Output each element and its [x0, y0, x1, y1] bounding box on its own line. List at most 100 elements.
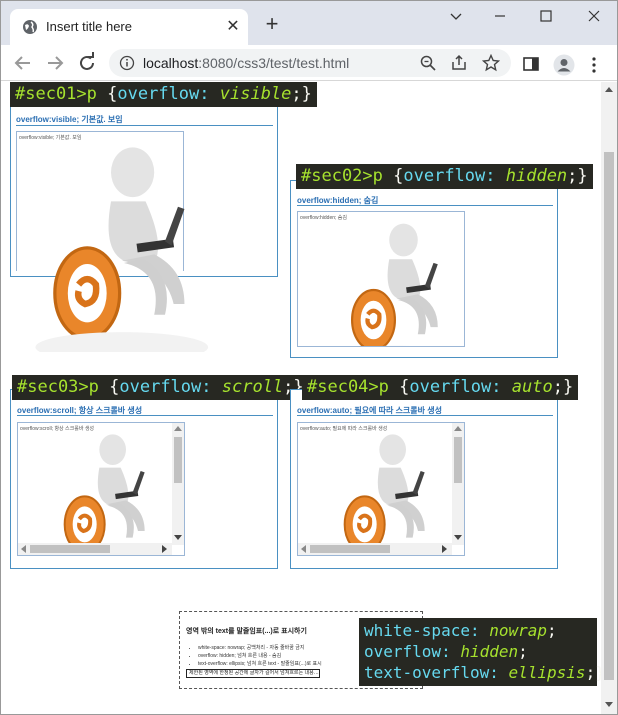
- url-host: localhost: [143, 55, 199, 71]
- list-item: overflow: hidden; 넘쳐 흐른 내용 - 숨김: [198, 652, 322, 660]
- plus-icon[interactable]: +: [262, 13, 282, 35]
- section-sec03: overflow:scroll; 항상 스크롤바 생성 overflow:scr…: [10, 389, 278, 569]
- code-punct: {: [98, 377, 120, 397]
- horizontal-scrollbar[interactable]: [18, 543, 172, 555]
- paragraph-box: overflow:scroll; 항상 스크롤바 생성: [17, 422, 185, 556]
- ellipsis-text-box: 제한된 영역에 한정된 공간에 글자가 길어서 넘쳐흐르는 내용입니다: [186, 669, 320, 678]
- code-value: ellipsis: [508, 663, 586, 682]
- menu-dots-icon[interactable]: [591, 57, 597, 73]
- address-bar[interactable]: localhost:8080/css3/test/test.html: [109, 49, 511, 77]
- code-label-sec03: #sec03>p {overflow: scroll;}: [12, 375, 309, 400]
- info-icon[interactable]: [119, 55, 135, 71]
- chevron-down-icon[interactable]: [433, 1, 479, 31]
- horizontal-scrollbar[interactable]: [298, 543, 452, 555]
- code-selector: #sec03>p: [17, 377, 99, 397]
- paragraph-text: overflow:visible; 기본값. 보임: [19, 135, 82, 141]
- scroll-right-arrow-icon[interactable]: [162, 545, 167, 553]
- maximize-icon[interactable]: [523, 1, 569, 31]
- code-punct: ;: [547, 621, 557, 640]
- scroll-up-arrow-icon[interactable]: [174, 426, 182, 431]
- person-laptop-image: [50, 432, 162, 555]
- back-arrow-icon[interactable]: [11, 51, 35, 75]
- forward-arrow-icon[interactable]: [43, 51, 67, 75]
- code-label-sec02: #sec02>p {overflow: hidden;}: [296, 164, 593, 189]
- person-laptop-image: [330, 432, 442, 555]
- vertical-scrollbar[interactable]: [172, 423, 184, 545]
- close-window-icon[interactable]: [571, 1, 617, 31]
- code-value: hidden: [460, 642, 519, 661]
- scroll-down-arrow-icon[interactable]: [454, 535, 462, 540]
- scroll-left-arrow-icon[interactable]: [301, 545, 306, 553]
- section-sec04: overflow:auto; 필요에 따라 스크롤바 생성 overflow:a…: [290, 389, 558, 569]
- browser-toolbar: localhost:8080/css3/test/test.html: [1, 45, 617, 81]
- section-title: overflow:visible; 기본값. 보임: [16, 115, 123, 124]
- list-item: white-space: nowrap; 공백처리 - 자동 줄바꿈 금지: [198, 644, 322, 652]
- scroll-down-arrow-icon[interactable]: [174, 535, 182, 540]
- section-title: 영역 밖의 text를 말줄임표(...)로 표시하기: [186, 628, 307, 635]
- globe-icon: [23, 20, 37, 34]
- code-value: hidden: [505, 166, 568, 186]
- scroll-thumb[interactable]: [310, 545, 390, 553]
- paragraph-box: overflow:hidden; 숨김: [297, 211, 465, 347]
- scroll-thumb[interactable]: [174, 437, 182, 483]
- url-path: :8080/css3/test/test.html: [198, 55, 350, 71]
- section-divider: [297, 415, 553, 416]
- code-punct: ;}: [552, 377, 574, 397]
- code-punct: ;}: [567, 166, 588, 186]
- code-selector: #sec04>p: [307, 377, 389, 397]
- scroll-up-arrow-icon[interactable]: [605, 86, 613, 92]
- property-list: white-space: nowrap; 공백처리 - 자동 줄바꿈 금지 ov…: [198, 644, 322, 668]
- share-icon[interactable]: [450, 54, 468, 72]
- section-divider: [297, 205, 553, 206]
- close-icon[interactable]: ✕: [224, 18, 242, 36]
- code-block-ellipsis: white-space: nowrap; overflow: hidden; t…: [359, 618, 601, 686]
- page-scrollbar[interactable]: [601, 82, 617, 714]
- browser-window: Insert title here ✕ + localhost:8080/css…: [0, 0, 618, 715]
- code-value: auto: [511, 377, 553, 397]
- side-panel-icon[interactable]: [523, 57, 539, 71]
- code-punct: {: [388, 377, 410, 397]
- paragraph-box: overflow:auto; 필요에 따라 스크롤바 생성: [297, 422, 465, 556]
- code-selector: #sec01>p: [15, 84, 97, 104]
- scroll-down-arrow-icon[interactable]: [605, 702, 613, 708]
- code-punct: {: [96, 84, 118, 104]
- browser-tab[interactable]: Insert title here ✕: [10, 9, 248, 45]
- code-property: overflow:: [119, 377, 212, 397]
- code-selector: #sec02>p: [301, 166, 383, 186]
- code-property: overflow:: [409, 377, 502, 397]
- scroll-up-arrow-icon[interactable]: [454, 426, 462, 431]
- scroll-thumb[interactable]: [454, 437, 462, 483]
- code-punct: ;}: [291, 84, 312, 104]
- code-punct: {: [382, 166, 404, 186]
- scroll-right-arrow-icon[interactable]: [442, 545, 447, 553]
- list-item: text-overflow: ellipsis; 넘쳐 흐른 text - 말줄…: [198, 660, 322, 668]
- reload-icon[interactable]: [75, 51, 99, 75]
- scroll-thumb[interactable]: [604, 152, 614, 680]
- code-value: visible: [219, 84, 292, 104]
- url-text[interactable]: localhost:8080/css3/test/test.html: [143, 55, 349, 71]
- title-bar: Insert title here ✕ +: [1, 1, 617, 45]
- zoom-icon[interactable]: [419, 54, 437, 72]
- code-value: nowrap: [489, 621, 548, 640]
- scroll-left-arrow-icon[interactable]: [21, 545, 26, 553]
- code-punct: ;}: [585, 663, 601, 682]
- code-punct: ;: [518, 642, 528, 661]
- minimize-icon[interactable]: [477, 1, 523, 31]
- star-icon[interactable]: [482, 54, 500, 72]
- section-divider: [17, 415, 273, 416]
- person-laptop-image: [13, 142, 218, 352]
- code-property: overflow:: [364, 642, 451, 661]
- vertical-scrollbar[interactable]: [452, 423, 464, 545]
- scroll-thumb[interactable]: [30, 545, 110, 553]
- tab-title: Insert title here: [46, 19, 132, 34]
- code-property: overflow:: [117, 84, 210, 104]
- section-divider: [16, 125, 273, 126]
- section-sec02: overflow:hidden; 숨김 overflow:hidden; 숨김: [290, 180, 558, 358]
- code-property: white-space:: [364, 621, 480, 640]
- code-label-sec04: #sec04>p {overflow: auto;}: [302, 375, 579, 400]
- person-laptop-image: [306, 220, 465, 347]
- profile-icon[interactable]: [553, 54, 575, 76]
- page-viewport: overflow:visible; 기본값. 보임 overflow:visib…: [1, 82, 601, 714]
- code-property: overflow:: [403, 166, 496, 186]
- code-value: scroll: [221, 377, 284, 397]
